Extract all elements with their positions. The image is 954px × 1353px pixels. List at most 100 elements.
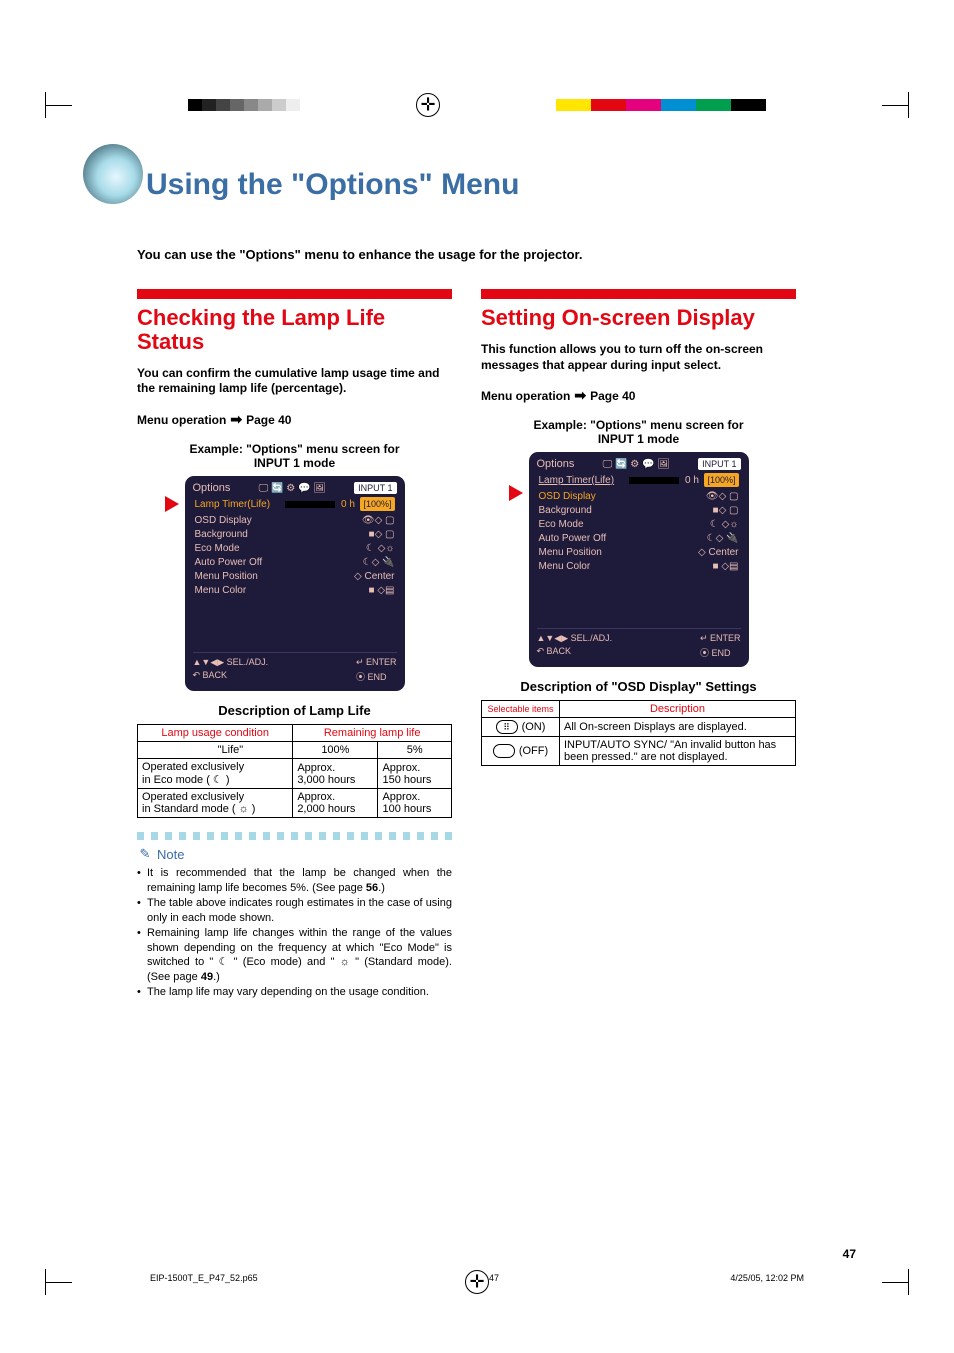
list-item: It is recommended that the lamp be chang… bbox=[137, 866, 452, 895]
color-bars bbox=[556, 99, 766, 111]
osd-row-osd-display: OSD Display👁◇ ▢ bbox=[193, 514, 397, 528]
note-label-text: Note bbox=[157, 847, 184, 862]
osd-progress-bar bbox=[285, 501, 335, 508]
note-icon: ✎ bbox=[137, 846, 153, 862]
osd-row-auto-power-off: Auto Power Off☾◇ 🔌 bbox=[537, 532, 741, 546]
list-item: The table above indicates rough estimate… bbox=[137, 896, 452, 925]
table-row: (OFF) INPUT/AUTO SYNC/ "An invalid butto… bbox=[482, 737, 796, 766]
lamp-life-table: Lamp usage condition Remaining lamp life… bbox=[137, 724, 452, 818]
section-divider bbox=[137, 289, 452, 299]
menu-operation-ref: Menu operation ➡ Page 40 bbox=[137, 411, 452, 428]
menu-op-page: Page 40 bbox=[246, 413, 291, 427]
osd-progress-bar bbox=[629, 477, 679, 484]
osd-lamp-pct: [100%] bbox=[704, 473, 738, 487]
example-label: Example: "Options" menu screen for INPUT… bbox=[481, 418, 796, 446]
osd-settings-table: Selectable items Description ⠿(ON) All O… bbox=[481, 700, 796, 766]
th-5: 5% bbox=[378, 742, 452, 759]
osd-screenshot-display: Options 🖵 🔄 ⚙ 💬 🖼 INPUT 1 Lamp Timer(Lif… bbox=[529, 452, 749, 667]
section-desc: This function allows you to turn off the… bbox=[481, 342, 796, 374]
arrow-icon: ➡ bbox=[574, 387, 586, 404]
osd-footer: ▲▼◀▶ SEL./ADJ. ↶ BACK ↵ ENTER ⦿ END bbox=[193, 652, 397, 683]
title-bullet-icon bbox=[83, 144, 143, 204]
osd-row-background: Background■◇ ▢ bbox=[537, 504, 741, 518]
example-label-l2: INPUT 1 mode bbox=[598, 432, 679, 446]
osd-footer-sel: ▲▼◀▶ SEL./ADJ. bbox=[193, 657, 269, 668]
section-divider bbox=[481, 289, 796, 299]
lamp-desc-title: Description of Lamp Life bbox=[137, 703, 452, 718]
example-label-l1: Example: "Options" menu screen for bbox=[189, 442, 399, 456]
th-remaining: Remaining lamp life bbox=[293, 725, 452, 742]
osd-row-auto-power-off: Auto Power Off☾◇ 🔌 bbox=[193, 556, 397, 570]
osd-title: Options bbox=[193, 482, 231, 494]
note-divider bbox=[137, 832, 452, 840]
osd-input-badge: INPUT 1 bbox=[698, 458, 740, 470]
osd-row-lamp-timer: Lamp Timer(Life) 0 h [100%] bbox=[537, 473, 741, 488]
registration-marks-top bbox=[0, 92, 954, 118]
example-label-l1: Example: "Options" menu screen for bbox=[533, 418, 743, 432]
osd-tab-icons: 🖵 🔄 ⚙ 💬 🖼 bbox=[259, 483, 326, 494]
grayscale-bars bbox=[188, 99, 300, 111]
osd-input-badge: INPUT 1 bbox=[354, 482, 396, 494]
registration-marks-bottom bbox=[0, 1269, 954, 1295]
note-heading: ✎ Note bbox=[137, 846, 452, 862]
registration-target-icon bbox=[465, 1270, 489, 1294]
osd-off-icon bbox=[493, 744, 515, 758]
crop-mark-tr bbox=[882, 92, 909, 118]
osd-lamp-label: Lamp Timer(Life) bbox=[195, 498, 271, 512]
th-description: Description bbox=[560, 701, 796, 718]
table-row: Operated exclusively in Eco mode ( ☾ ) A… bbox=[138, 759, 452, 789]
crop-mark-bl bbox=[45, 1269, 72, 1295]
menu-operation-ref: Menu operation ➡ Page 40 bbox=[481, 387, 796, 404]
th-100: 100% bbox=[293, 742, 378, 759]
osd-row-menu-position: Menu Position◇ Center bbox=[537, 546, 741, 560]
osd-row-eco-mode: Eco Mode☾ ◇☼ bbox=[537, 518, 741, 532]
osd-tab-icons: 🖵 🔄 ⚙ 💬 🖼 bbox=[603, 459, 670, 470]
list-item: The lamp life may vary depending on the … bbox=[137, 985, 452, 1000]
intro-text: You can use the "Options" menu to enhanc… bbox=[137, 247, 837, 262]
osd-row-lamp-timer: Lamp Timer(Life) 0 h [100%] bbox=[193, 497, 397, 512]
osd-screenshot-lamp: Options 🖵 🔄 ⚙ 💬 🖼 INPUT 1 Lamp Timer(Lif… bbox=[185, 476, 405, 691]
notes-list: It is recommended that the lamp be chang… bbox=[137, 866, 452, 1000]
th-lamp-usage: Lamp usage condition bbox=[138, 725, 293, 742]
osd-footer-end: ⦿ END bbox=[356, 670, 397, 683]
page-number: 47 bbox=[843, 1247, 856, 1261]
red-pointer-icon bbox=[509, 485, 523, 501]
red-pointer-icon bbox=[165, 496, 179, 512]
osd-row-desc: All On-screen Displays are displayed. bbox=[560, 718, 796, 737]
osd-on-icon: ⠿ bbox=[496, 720, 518, 734]
osd-row-osd-display: OSD Display👁◇ ▢ bbox=[537, 490, 741, 504]
menu-op-label: Menu operation bbox=[137, 413, 226, 427]
osd-footer: ▲▼◀▶ SEL./ADJ. ↶ BACK ↵ ENTER ⦿ END bbox=[537, 628, 741, 659]
osd-desc-title: Description of "OSD Display" Settings bbox=[481, 679, 796, 694]
osd-row-eco-mode: Eco Mode☾ ◇☼ bbox=[193, 542, 397, 556]
heading-line-1: Checking the Lamp Life bbox=[137, 305, 385, 330]
osd-row-background: Background■◇ ▢ bbox=[193, 528, 397, 542]
menu-op-page: Page 40 bbox=[590, 389, 635, 403]
osd-lamp-hours: 0 h bbox=[685, 475, 699, 486]
crop-mark-tl bbox=[45, 92, 72, 118]
crop-mark-br bbox=[882, 1269, 909, 1295]
heading-line-2: Status bbox=[137, 329, 204, 354]
osd-footer-end: ⦿ END bbox=[700, 646, 741, 659]
osd-row-menu-position: Menu Position◇ Center bbox=[193, 570, 397, 584]
osd-lamp-label: Lamp Timer(Life) bbox=[539, 474, 615, 488]
osd-lamp-pct: [100%] bbox=[360, 497, 394, 511]
osd-footer-back: ↶ BACK bbox=[537, 646, 613, 657]
menu-op-label: Menu operation bbox=[481, 389, 570, 403]
list-item: Remaining lamp life changes within the r… bbox=[137, 926, 452, 984]
example-label: Example: "Options" menu screen for INPUT… bbox=[137, 442, 452, 470]
section-desc: You can confirm the cumulative lamp usag… bbox=[137, 366, 452, 398]
page-title: Using the "Options" Menu bbox=[146, 168, 519, 202]
osd-footer-enter: ↵ ENTER bbox=[700, 633, 741, 644]
osd-row-desc: INPUT/AUTO SYNC/ "An invalid button has … bbox=[560, 737, 796, 766]
osd-lamp-hours: 0 h bbox=[341, 499, 355, 510]
example-label-l2: INPUT 1 mode bbox=[254, 456, 335, 470]
registration-target-icon bbox=[416, 93, 440, 117]
osd-row-menu-color: Menu Color■ ◇▤ bbox=[537, 560, 741, 574]
table-row: Operated exclusively in Standard mode ( … bbox=[138, 789, 452, 818]
osd-title: Options bbox=[537, 458, 575, 470]
table-row: ⠿(ON) All On-screen Displays are display… bbox=[482, 718, 796, 737]
osd-row-menu-color: Menu Color■ ◇▤ bbox=[193, 584, 397, 598]
osd-footer-back: ↶ BACK bbox=[193, 670, 269, 681]
section-heading-osd: Setting On-screen Display bbox=[481, 306, 796, 330]
